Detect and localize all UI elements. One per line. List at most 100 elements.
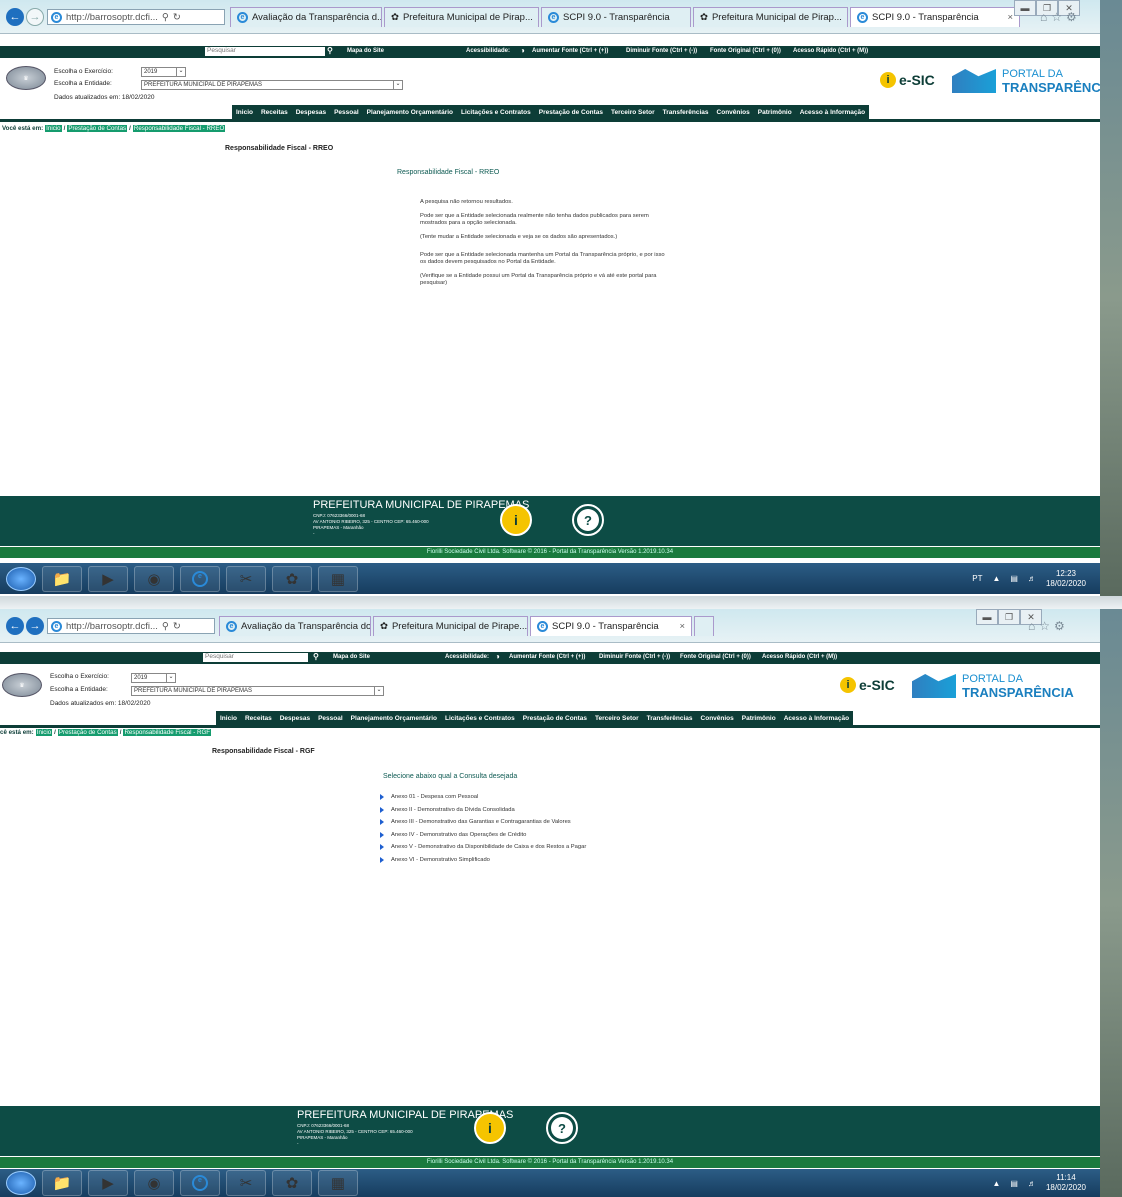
address-bar[interactable]: e http://barrosoptr.dcfi... ⚲ ↻ [47, 9, 225, 25]
media-player-icon[interactable]: ▶ [88, 565, 128, 592]
spreadsheet-icon[interactable]: ▦ [318, 565, 358, 592]
ie-taskbar-icon[interactable]: e [180, 1170, 220, 1196]
close-tab-icon[interactable]: × [999, 12, 1013, 23]
list-item[interactable]: Anexo V - Demonstrativo da Disponibilida… [380, 841, 586, 854]
refresh-icon[interactable]: ↻ [173, 12, 181, 23]
home-icon[interactable]: ⌂ [1040, 10, 1051, 24]
menu-transferencias[interactable]: Transferências [659, 109, 713, 116]
tab-5-active[interactable]: e SCPI 9.0 - Transparência × [850, 7, 1020, 27]
volume-icon[interactable]: ♬ [1028, 1179, 1036, 1188]
ie-taskbar-icon[interactable]: e [180, 565, 220, 592]
menu-licitacoes[interactable]: Licitações e Contratos [441, 715, 519, 722]
quick-access-link[interactable]: Acesso Rápido (Ctrl + (M)) [762, 654, 837, 660]
breadcrumb-prestacao[interactable]: Prestação de Contas [67, 125, 128, 132]
esic-logo[interactable]: i e-SIC [880, 72, 935, 88]
breadcrumb-prestacao[interactable]: Prestação de Contas [57, 729, 118, 736]
font-original-link[interactable]: Fonte Original (Ctrl + (0)) [680, 654, 751, 660]
star-icon[interactable]: ☆ [1051, 10, 1066, 24]
close-tab-icon[interactable]: × [671, 621, 685, 632]
tab-1[interactable]: e Avaliação da Transparência do... [219, 616, 371, 636]
tab-4[interactable]: ✿ Prefeitura Municipal de Pirap... [693, 7, 848, 27]
font-increase-link[interactable]: Aumentar Fonte (Ctrl + (+)) [509, 654, 585, 660]
search-icon[interactable]: ⚲ [327, 46, 333, 55]
menu-prestacao[interactable]: Prestação de Contas [535, 109, 607, 116]
menu-pessoal[interactable]: Pessoal [314, 715, 347, 722]
chrome-icon[interactable]: ◉ [134, 565, 174, 592]
menu-acesso-informacao[interactable]: Acesso à Informação [780, 715, 853, 722]
star-icon[interactable]: ☆ [1039, 619, 1054, 633]
back-button[interactable]: ← [6, 8, 24, 26]
footer-help-icon[interactable]: ? [572, 504, 604, 536]
tab-2[interactable]: ✿ Prefeitura Municipal de Pirape... [373, 616, 528, 636]
minimize-icon[interactable]: ▬ [1014, 0, 1036, 16]
menu-inicio[interactable]: Inicio [232, 109, 257, 116]
list-item[interactable]: Anexo VI - Demonstrativo Simplificado [380, 854, 586, 867]
menu-inicio[interactable]: Inicio [216, 715, 241, 722]
tab-3[interactable]: e SCPI 9.0 - Transparência [541, 7, 691, 27]
quick-access-link[interactable]: Acesso Rápido (Ctrl + (M)) [793, 48, 868, 54]
minimize-icon[interactable]: ▬ [976, 609, 998, 625]
breadcrumb-inicio[interactable]: Inicio [45, 125, 62, 132]
leaf-app-icon[interactable]: ✿ [272, 565, 312, 592]
search-icon[interactable]: ⚲ [162, 621, 169, 632]
new-tab-button[interactable] [694, 616, 714, 636]
menu-planejamento[interactable]: Planejamento Orçamentário [363, 109, 457, 116]
refresh-icon[interactable]: ↻ [173, 621, 181, 632]
menu-convenios[interactable]: Convênios [697, 715, 738, 722]
menu-licitacoes[interactable]: Licitações e Contratos [457, 109, 535, 116]
footer-esic-icon[interactable]: i [500, 504, 532, 536]
menu-terceiro-setor[interactable]: Terceiro Setor [591, 715, 643, 722]
gear-icon[interactable]: ⚙ [1054, 619, 1069, 633]
list-item[interactable]: Anexo II - Demonstrativo da Dívida Conso… [380, 804, 586, 817]
entidade-select[interactable]: PREFEITURA MUNICIPAL DE PIRAPEMAS ⌄ [141, 80, 403, 90]
breadcrumb-current[interactable]: Responsabilidade Fiscal - RGF [123, 729, 212, 736]
menu-patrimonio[interactable]: Patrimônio [754, 109, 796, 116]
network-icon[interactable]: ▤ [1010, 1179, 1018, 1188]
font-decrease-link[interactable]: Diminuir Fonte (Ctrl + (-)) [626, 48, 697, 54]
search-icon[interactable]: ⚲ [313, 652, 319, 661]
contrast-icon[interactable]: ◑ [520, 46, 525, 55]
search-icon[interactable]: ⚲ [162, 12, 169, 23]
tab-1[interactable]: e Avaliação da Transparência d... [230, 7, 382, 27]
tray-arrow-icon[interactable]: ▲ [992, 574, 1000, 583]
media-player-icon[interactable]: ▶ [88, 1170, 128, 1196]
list-item[interactable]: Anexo 01 - Despesa com Pessoal [380, 791, 586, 804]
explorer-icon[interactable]: 📁 [42, 565, 82, 592]
forward-button[interactable]: → [26, 617, 44, 635]
menu-terceiro-setor[interactable]: Terceiro Setor [607, 109, 659, 116]
clock[interactable]: 12:23 18/02/2020 [1046, 569, 1086, 589]
menu-despesas[interactable]: Despesas [276, 715, 314, 722]
address-bar[interactable]: e http://barrosoptr.dcfi... ⚲ ↻ [47, 618, 215, 634]
portal-transparencia-logo[interactable]: PORTAL DATRANSPARÊNCIA [912, 673, 1074, 699]
exercicio-select[interactable]: 2019 ⌄ [131, 673, 176, 683]
esic-logo[interactable]: i e-SIC [840, 677, 895, 693]
maximize-icon[interactable]: ❐ [998, 609, 1020, 625]
tray-arrow-icon[interactable]: ▲ [992, 1179, 1000, 1188]
list-item[interactable]: Anexo III - Demonstrativo das Garantias … [380, 816, 586, 829]
network-icon[interactable]: ▤ [1010, 574, 1018, 583]
menu-prestacao[interactable]: Prestação de Contas [519, 715, 591, 722]
search-input[interactable]: Pesquisar [203, 653, 308, 662]
volume-icon[interactable]: ♬ [1028, 574, 1036, 583]
menu-patrimonio[interactable]: Patrimônio [738, 715, 780, 722]
contrast-icon[interactable]: ◑ [495, 652, 500, 661]
explorer-icon[interactable]: 📁 [42, 1170, 82, 1196]
home-icon[interactable]: ⌂ [1028, 619, 1039, 633]
start-button[interactable] [6, 1171, 36, 1195]
forward-button[interactable]: → [26, 8, 44, 26]
menu-despesas[interactable]: Despesas [292, 109, 330, 116]
clock[interactable]: 11:14 18/02/2020 [1046, 1173, 1086, 1193]
back-button[interactable]: ← [6, 617, 24, 635]
spreadsheet-icon[interactable]: ▦ [318, 1170, 358, 1196]
portal-transparencia-logo[interactable]: PORTAL DATRANSPARÊNCIA [952, 68, 1100, 94]
leaf-app-icon[interactable]: ✿ [272, 1170, 312, 1196]
font-decrease-link[interactable]: Diminuir Fonte (Ctrl + (-)) [599, 654, 670, 660]
font-increase-link[interactable]: Aumentar Fonte (Ctrl + (+)) [532, 48, 608, 54]
language-indicator[interactable]: PT [972, 574, 982, 583]
chrome-icon[interactable]: ◉ [134, 1170, 174, 1196]
sitemap-link[interactable]: Mapa do Site [347, 48, 384, 54]
menu-acesso-informacao[interactable]: Acesso à Informação [796, 109, 869, 116]
sitemap-link[interactable]: Mapa do Site [333, 654, 370, 660]
menu-pessoal[interactable]: Pessoal [330, 109, 363, 116]
menu-convenios[interactable]: Convênios [713, 109, 754, 116]
